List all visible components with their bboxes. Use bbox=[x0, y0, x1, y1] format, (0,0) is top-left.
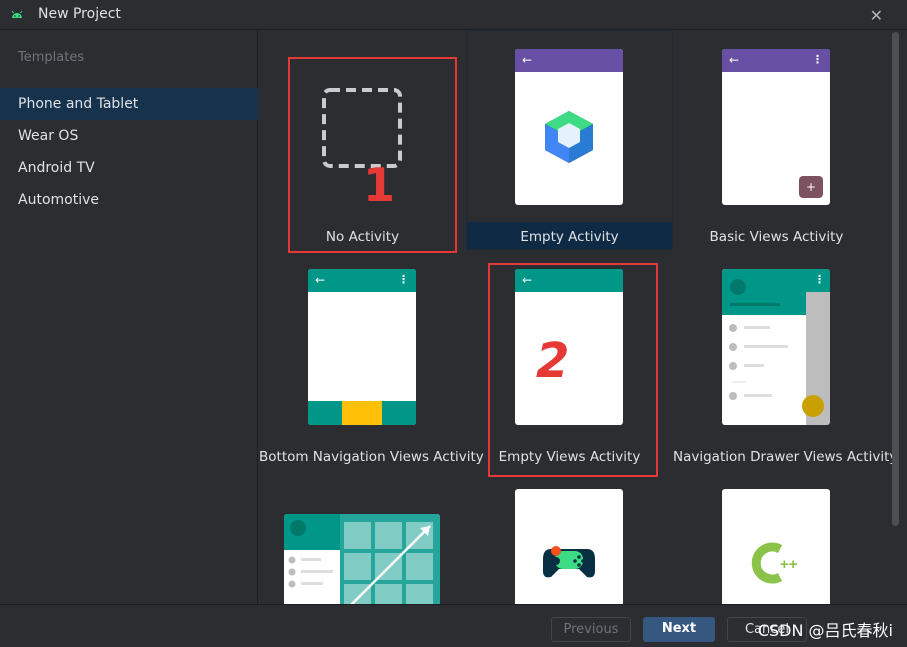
drawer-header bbox=[722, 269, 806, 315]
phone-preview: ← ⋮ + bbox=[722, 49, 830, 205]
cpp-icon: ++ bbox=[751, 542, 798, 584]
template-basic-views-activity[interactable]: ← ⋮ + Basic Views Activity bbox=[673, 30, 880, 250]
sidebar-item-automotive[interactable]: Automotive bbox=[0, 184, 258, 216]
overflow-menu-icon: ⋮ bbox=[812, 53, 823, 66]
watermark: CSDN @吕氏春秋i bbox=[757, 621, 893, 640]
template-categories-sidebar: Templates Phone and Tablet Wear OS Andro… bbox=[0, 30, 258, 604]
sidebar-item-phone-and-tablet[interactable]: Phone and Tablet bbox=[0, 88, 258, 120]
fab-plus-icon: + bbox=[799, 176, 823, 198]
drawer-menu-items bbox=[729, 324, 788, 400]
previous-button[interactable]: Previous bbox=[551, 617, 631, 642]
jetpack-compose-icon bbox=[545, 111, 593, 163]
back-arrow-icon: ← bbox=[729, 53, 740, 67]
annotation-mark-2: 2 bbox=[536, 333, 570, 389]
app-bar: ← ⋮ bbox=[308, 269, 416, 292]
template-responsive-views-activity[interactable] bbox=[259, 470, 466, 604]
game-controller-icon bbox=[543, 546, 595, 578]
navigation-drawer bbox=[722, 269, 806, 425]
template-empty-activity[interactable]: ← Empty Activity bbox=[466, 30, 673, 250]
template-bottom-navigation-views-activity[interactable]: ← ⋮ Bottom Navigation Views Activity bbox=[259, 250, 484, 470]
template-navigation-drawer-views-activity[interactable]: ⋮ Navigation Drawer Views Activity bbox=[673, 250, 898, 470]
bottom-navigation-bar bbox=[308, 401, 416, 425]
back-arrow-icon: ← bbox=[522, 53, 533, 67]
phone-preview: ← ⋮ bbox=[308, 269, 416, 425]
app-bar: ← bbox=[515, 49, 623, 72]
title-bar: New Project ✕ bbox=[0, 0, 907, 30]
close-icon[interactable]: ✕ bbox=[870, 6, 883, 25]
app-bar: ← ⋮ bbox=[722, 49, 830, 72]
overflow-menu-icon: ⋮ bbox=[814, 273, 825, 286]
phone-preview: ⋮ bbox=[722, 269, 830, 425]
overflow-menu-icon: ⋮ bbox=[398, 273, 409, 286]
back-arrow-icon: ← bbox=[315, 273, 326, 287]
sidebar-item-wear-os[interactable]: Wear OS bbox=[0, 120, 258, 152]
window-title: New Project bbox=[38, 6, 121, 22]
app-bar-behind: ⋮ bbox=[806, 269, 830, 292]
next-button[interactable]: Next bbox=[643, 617, 715, 642]
phone-preview: ← bbox=[515, 49, 623, 205]
list-header bbox=[284, 514, 340, 550]
gallery-scrollbar[interactable] bbox=[892, 32, 899, 526]
svg-text:++: ++ bbox=[780, 556, 798, 573]
bottom-nav-selected-item bbox=[342, 401, 382, 425]
fab-icon bbox=[802, 395, 824, 417]
sidebar-header: Templates bbox=[18, 50, 85, 65]
drawer-avatar bbox=[730, 279, 746, 295]
template-label: Navigation Drawer Views Activity bbox=[673, 449, 898, 465]
annotation-box-1 bbox=[288, 57, 457, 253]
grid-panel bbox=[340, 514, 440, 604]
phone-preview: ++ bbox=[722, 489, 830, 604]
annotation-box-2 bbox=[488, 263, 658, 477]
dialog-footer: Previous Next Cancel CSDN @吕氏春秋i bbox=[0, 604, 907, 647]
android-icon bbox=[11, 10, 23, 18]
template-native-cpp[interactable]: ++ bbox=[673, 470, 880, 604]
template-label: Bottom Navigation Views Activity bbox=[259, 449, 484, 465]
sidebar-item-android-tv[interactable]: Android TV bbox=[0, 152, 258, 184]
drawer-header-line bbox=[730, 303, 780, 306]
phone-preview bbox=[284, 514, 440, 604]
template-game-activity[interactable] bbox=[466, 470, 673, 604]
phone-preview bbox=[515, 489, 623, 604]
list-items bbox=[288, 556, 333, 588]
template-label: Empty Activity bbox=[520, 229, 619, 245]
template-label: Basic Views Activity bbox=[709, 229, 844, 245]
grid-cells bbox=[344, 522, 433, 604]
annotation-mark-1: 1 bbox=[363, 158, 396, 212]
